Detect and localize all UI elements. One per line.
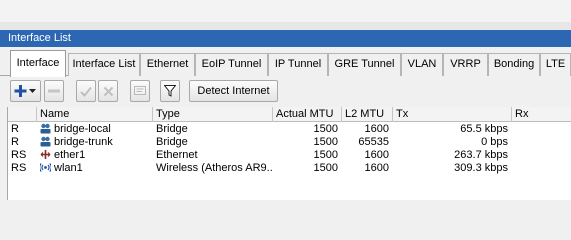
wireless-icon <box>40 163 51 172</box>
row-actual-mtu: 1500 <box>313 123 338 135</box>
tab-bonding[interactable]: Bonding <box>488 53 540 76</box>
toolbar: Detect Internet <box>0 76 571 106</box>
tab-eoip-tunnel[interactable]: EoIP Tunnel <box>195 53 268 76</box>
row-flags: RS <box>11 162 27 174</box>
window-title: Interface List <box>8 32 71 44</box>
tab-gre-tunnel[interactable]: GRE Tunnel <box>328 53 401 76</box>
bridge-icon <box>40 123 51 134</box>
tab-strip: Interface Interface List Ethernet EoIP T… <box>0 47 571 77</box>
row-flags: RS <box>11 149 27 161</box>
row-tx: 263.7 kbps <box>454 149 508 161</box>
row-l2-mtu: 1600 <box>364 162 389 174</box>
tab-lte[interactable]: LTE <box>540 53 571 76</box>
desktop-shade <box>0 22 571 30</box>
row-type: Wireless (Atheros AR9... <box>156 162 273 174</box>
header-type[interactable]: Type <box>153 107 273 122</box>
add-button[interactable] <box>10 80 41 102</box>
tab-interface[interactable]: Interface <box>10 50 66 77</box>
x-icon <box>103 86 113 96</box>
tab-vlan[interactable]: VLAN <box>401 53 443 76</box>
ethernet-icon <box>40 150 51 159</box>
remove-button[interactable] <box>44 80 64 102</box>
row-l2-mtu: 1600 <box>364 123 389 135</box>
check-icon <box>80 86 92 97</box>
detect-internet-button[interactable]: Detect Internet <box>189 80 278 102</box>
row-tx: 65.5 kbps <box>460 123 508 135</box>
plus-icon <box>14 85 36 97</box>
minus-icon <box>48 89 60 93</box>
window-title-bar[interactable]: Interface List <box>0 30 571 47</box>
table-row[interactable]: R bridge-trunk Bridge 1500 65535 0 bps <box>8 136 571 149</box>
tab-ethernet[interactable]: Ethernet <box>140 53 195 76</box>
row-tx: 309.3 kbps <box>454 162 508 174</box>
row-l2-mtu: 65535 <box>358 136 389 148</box>
bridge-icon <box>40 136 51 147</box>
comment-button[interactable] <box>130 80 150 102</box>
row-name: bridge-local <box>37 123 153 136</box>
tab-interface-list[interactable]: Interface List <box>68 53 140 76</box>
filter-button[interactable] <box>160 80 180 102</box>
tab-ip-tunnel[interactable]: IP Tunnel <box>268 53 328 76</box>
enable-button[interactable] <box>76 80 96 102</box>
header-l2-mtu[interactable]: L2 MTU <box>342 107 393 122</box>
table-row[interactable]: RS wlan1 Wireless (Atheros AR9... 1500 1… <box>8 162 571 175</box>
table-header: Name Type Actual MTU L2 MTU Tx Rx <box>8 107 571 122</box>
row-name: wlan1 <box>37 162 153 175</box>
tab-vrrp[interactable]: VRRP <box>443 53 488 76</box>
row-name: ether1 <box>37 149 153 162</box>
row-type: Ethernet <box>156 149 198 161</box>
row-actual-mtu: 1500 <box>313 162 338 174</box>
row-actual-mtu: 1500 <box>313 149 338 161</box>
row-name: bridge-trunk <box>37 136 153 149</box>
header-rx[interactable]: Rx <box>512 107 571 122</box>
header-flags[interactable] <box>8 107 37 122</box>
row-flags: R <box>11 123 19 135</box>
row-type: Bridge <box>156 123 188 135</box>
table-row[interactable]: R bridge-local Bridge 1500 1600 65.5 kbp… <box>8 123 571 136</box>
header-name[interactable]: Name <box>37 107 153 122</box>
row-l2-mtu: 1600 <box>364 149 389 161</box>
comment-icon <box>134 85 146 95</box>
funnel-icon <box>164 85 176 97</box>
disable-button[interactable] <box>98 80 118 102</box>
row-flags: R <box>11 136 19 148</box>
interface-table: Name Type Actual MTU L2 MTU Tx Rx R brid… <box>7 107 571 200</box>
row-tx: 0 bps <box>481 136 508 148</box>
header-tx[interactable]: Tx <box>393 107 512 122</box>
header-actual-mtu[interactable]: Actual MTU <box>273 107 342 122</box>
row-type: Bridge <box>156 136 188 148</box>
table-row[interactable]: RS ether1 Ethernet 1500 1600 263.7 kbps <box>8 149 571 162</box>
row-actual-mtu: 1500 <box>313 136 338 148</box>
